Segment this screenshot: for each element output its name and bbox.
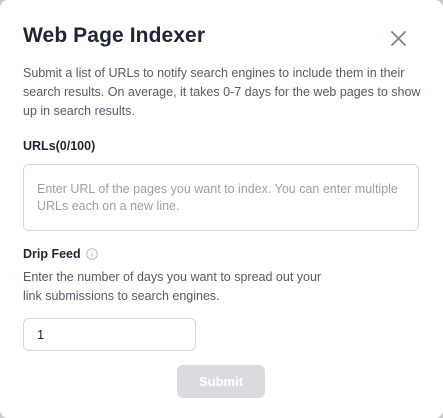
- drip-feed-description: Enter the number of days you want to spr…: [23, 270, 322, 303]
- close-icon[interactable]: [389, 29, 408, 48]
- dialog-title: Web Page Indexer: [23, 24, 206, 47]
- urls-textarea[interactable]: [23, 164, 419, 231]
- drip-feed-days-input[interactable]: [23, 318, 196, 351]
- web-page-indexer-dialog: Web Page Indexer Submit a list of URLs t…: [0, 0, 443, 418]
- submit-button[interactable]: Submit: [177, 365, 265, 398]
- drip-feed-label: Drip Feed: [23, 247, 81, 261]
- urls-label: URLs(0/100): [23, 139, 96, 153]
- info-icon[interactable]: [85, 248, 98, 260]
- drip-feed-label-row: Drip Feed: [23, 247, 98, 261]
- dialog-description: Submit a list of URLs to notify search e…: [23, 66, 421, 118]
